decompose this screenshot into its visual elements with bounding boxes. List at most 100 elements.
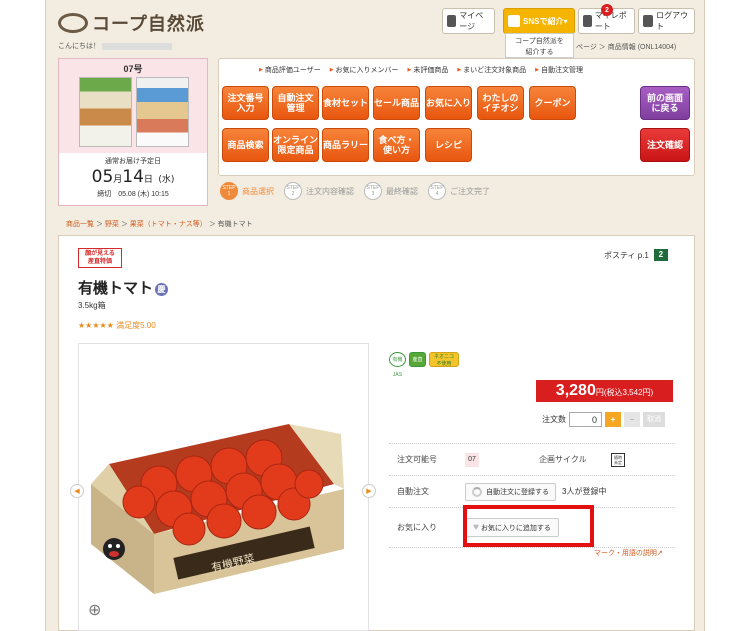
certification-icons: 有機JAS 産直 ネオニコ 不使用 <box>389 352 459 378</box>
info-row-auto-order: 自動注文 自動注文に登録する 3人が登録中 <box>389 476 675 508</box>
logout-label: ログアウト <box>656 11 689 31</box>
order-deadline: 締切 05.08 (木) 10:15 <box>97 191 169 198</box>
link-favorite-members[interactable]: お気に入りメンバー <box>330 67 399 74</box>
due-weekday: (水) <box>158 175 175 185</box>
mark-explanation-link[interactable]: マーク・用語の説明↗ <box>594 548 663 558</box>
step-1-label: 商品選択 <box>242 186 274 196</box>
auto-order-register-button[interactable]: 自動注文に登録する <box>465 482 556 501</box>
order-no-value: 07 <box>465 452 531 467</box>
lock-icon <box>643 15 654 27</box>
notification-badge: 2 <box>601 4 613 16</box>
link-regular-order[interactable]: まいど注文対象商品 <box>457 67 526 74</box>
price-tax: (税込3,542円) <box>603 388 654 397</box>
issue-number: 07号 <box>123 64 143 74</box>
flyer-thumbnail-2[interactable] <box>136 77 189 147</box>
step-2: STEP 2 注文内容確認 <box>284 182 354 200</box>
step-4: STEP 4 ご注文完了 <box>428 182 490 200</box>
logo-text: コープ自然派 <box>92 14 205 35</box>
delivery-due: 通常お届け予定日 05月14日 (水) 締切 05.08 (木) 10:15 <box>59 153 207 205</box>
favorite-label: お気に入り <box>397 523 437 532</box>
sale-items-button[interactable]: セール商品 <box>373 86 420 120</box>
sns-popup-line2: 紹介する <box>525 49 554 56</box>
auto-order-count: 3人が登録中 <box>562 487 607 496</box>
user-name-blurred <box>102 42 172 50</box>
due-day: 14 <box>122 167 144 187</box>
top-breadcrumb: ページ ＞ 商品情報 (ONL14004) <box>576 44 677 51</box>
greeting: こんにちは！ <box>58 41 172 51</box>
step-3-label: 最終確認 <box>386 186 418 196</box>
image-prev-arrow-icon[interactable]: ◀ <box>70 484 84 498</box>
direct-sale-tag: 顔が見える 産直特価 <box>78 248 122 268</box>
image-next-arrow-icon[interactable]: ▶ <box>362 484 376 498</box>
sns-share-button[interactable]: SNSで紹介▾ <box>503 8 575 34</box>
mark-link-label: マーク・用語の説明 <box>594 550 657 557</box>
logo-mark-icon <box>58 13 88 33</box>
mypage-button[interactable]: マイページ <box>442 8 495 34</box>
due-month-unit: 月 <box>113 175 123 185</box>
how-to-eat-button[interactable]: 食べ方・ 使い方 <box>373 128 420 162</box>
greeting-text: こんにちは！ <box>58 43 100 50</box>
order-number-input-button[interactable]: 注文番号 入力 <box>222 86 269 120</box>
posty-label: ポスティ p.1 <box>604 250 649 260</box>
logout-button[interactable]: ログアウト <box>638 8 695 34</box>
info-row-order-number: 注文可能号 07 企画サイクル 随時 未定 <box>389 444 675 476</box>
myreport-label: マイレポート <box>594 11 627 31</box>
product-rally-button[interactable]: 商品ラリー <box>322 128 369 162</box>
quantity-label: 注文数 <box>542 415 566 424</box>
recipe-button[interactable]: レシピ <box>425 128 472 162</box>
kei-badge: 慶 <box>155 282 169 296</box>
sns-popup-line1: コープ自然派を <box>515 38 564 45</box>
quantity-control: 注文数 0 + − 取消 <box>542 412 665 427</box>
link-auto-order[interactable]: 自動注文管理 <box>535 67 583 74</box>
quantity-plus-button[interactable]: + <box>605 412 621 427</box>
quantity-minus-button[interactable]: − <box>624 412 640 427</box>
order-no-number: 07 <box>465 452 479 467</box>
quantity-cancel-button[interactable]: 取消 <box>643 412 665 427</box>
auto-order-manage-button[interactable]: 自動注文 管理 <box>272 86 319 120</box>
rating-text: 満足度5.00 <box>116 321 156 330</box>
breadcrumb-vegetables[interactable]: 野菜 <box>105 221 119 228</box>
mail-icon <box>508 15 520 27</box>
back-button[interactable]: 前の画面 に戻る <box>640 86 690 120</box>
cycle-icon: 随時 未定 <box>611 452 625 467</box>
link-rated-users[interactable]: 商品評価ユーザー <box>259 67 321 74</box>
direct-produce-icon: 産直 <box>409 352 426 367</box>
flyer-thumbnail-1[interactable] <box>79 77 132 147</box>
step-3: STEP 3 最終確認 <box>364 182 418 200</box>
step-1: STEP 1 商品選択 <box>220 182 274 200</box>
breadcrumb-fruit-vegetables[interactable]: 果菜（トマト・ナス等） <box>130 221 207 228</box>
tomato-box-image[interactable]: 有機野菜 <box>79 344 368 630</box>
link-unrated[interactable]: 未評価商品 <box>408 67 449 74</box>
flyer-thumbnails[interactable] <box>79 77 189 147</box>
favorites-button[interactable]: お気に入り <box>425 86 472 120</box>
product-name: 有機トマト <box>78 280 154 297</box>
step-2-label: 注文内容確認 <box>306 186 354 196</box>
order-confirm-button[interactable]: 注文確認 <box>640 128 690 162</box>
breadcrumb-product-list[interactable]: 商品一覧 <box>66 221 94 228</box>
product-size: 3.5kg箱 <box>78 301 106 310</box>
myreport-button[interactable]: マイレポート 2 <box>578 4 635 34</box>
step-3-circle: STEP 3 <box>364 182 382 200</box>
price-banner: 3,280 円 (税込3,542円) <box>536 380 673 402</box>
online-limited-button[interactable]: オンライン 限定商品 <box>272 128 319 162</box>
rating[interactable]: ★★★★★ 満足度5.00 <box>78 320 156 331</box>
sns-label: SNSで紹介▾ <box>523 16 568 26</box>
coop-logo[interactable]: コープ自然派 <box>58 10 205 36</box>
zoom-icon[interactable]: ⊕ <box>88 600 101 620</box>
food-set-button[interactable]: 食材セット <box>322 86 369 120</box>
step-4-circle: STEP 4 <box>428 182 446 200</box>
order-steps: STEP 1 商品選択 STEP 2 注文内容確認 STEP 3 最終確認 ST… <box>220 182 500 200</box>
price-value: 3,280 <box>555 382 596 399</box>
due-month: 05 <box>91 167 114 187</box>
my-recommend-button[interactable]: わたしの イチオシ <box>477 86 524 120</box>
posty-number: 2 <box>653 249 668 261</box>
quantity-input[interactable]: 0 <box>569 412 602 427</box>
product-image-box: 有機野菜 <box>78 343 369 631</box>
due-date: 05月14日 (水) <box>59 167 207 187</box>
coupon-button[interactable]: クーポン <box>529 86 576 120</box>
sns-popup[interactable]: コープ自然派を 紹介する <box>505 33 574 58</box>
cycle-label: 企画サイクル <box>539 455 587 464</box>
product-search-button[interactable]: 商品検索 <box>222 128 269 162</box>
highlight-box <box>463 505 594 547</box>
step-2-circle: STEP 2 <box>284 182 302 200</box>
